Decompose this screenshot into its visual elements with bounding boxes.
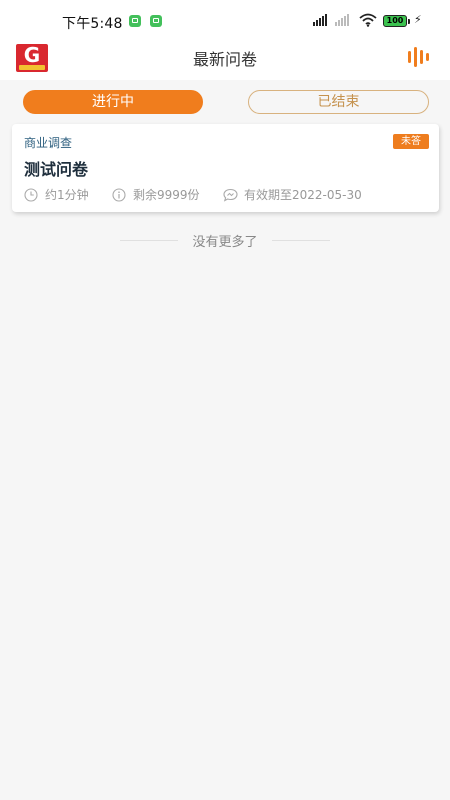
cellular-signal-icon (313, 14, 329, 26)
notification-icon (150, 15, 162, 27)
cellular-signal-weak-icon (335, 14, 351, 26)
divider-right (272, 240, 330, 241)
status-bar: 下午5:48 100 ⚡ (0, 0, 450, 40)
no-more-text: 没有更多了 (192, 235, 258, 250)
list-end-indicator: 没有更多了 (0, 231, 450, 251)
charging-icon: ⚡ (414, 13, 422, 26)
remaining-text: 剩余9999份 (133, 188, 200, 202)
status-time: 下午5:48 (62, 16, 123, 32)
battery-icon: 100 (383, 15, 410, 27)
status-tabs: 进行中 已结束 (0, 80, 450, 124)
page-title: 最新问卷 (192, 50, 257, 69)
clock-icon (24, 188, 38, 202)
validity-text: 有效期至2022-05-30 (244, 188, 362, 202)
wifi-icon (359, 13, 377, 27)
survey-category: 商业调查 (24, 136, 73, 150)
audio-wave-icon[interactable] (407, 46, 433, 68)
top-app-bar: G 最新问卷 (0, 40, 450, 80)
info-icon (112, 188, 126, 202)
chat-bubble-icon (223, 188, 238, 202)
status-badge: 未答 (393, 134, 429, 149)
survey-title: 测试问卷 (24, 160, 89, 179)
notification-icon (129, 15, 141, 27)
survey-card[interactable]: 商业调查 未答 测试问卷 约1分钟 剩余9999份 有效期至2022-05-30 (12, 124, 439, 212)
tab-in-progress[interactable]: 进行中 (23, 90, 203, 114)
tab-ended[interactable]: 已结束 (248, 90, 429, 114)
duration-text: 约1分钟 (45, 188, 89, 202)
